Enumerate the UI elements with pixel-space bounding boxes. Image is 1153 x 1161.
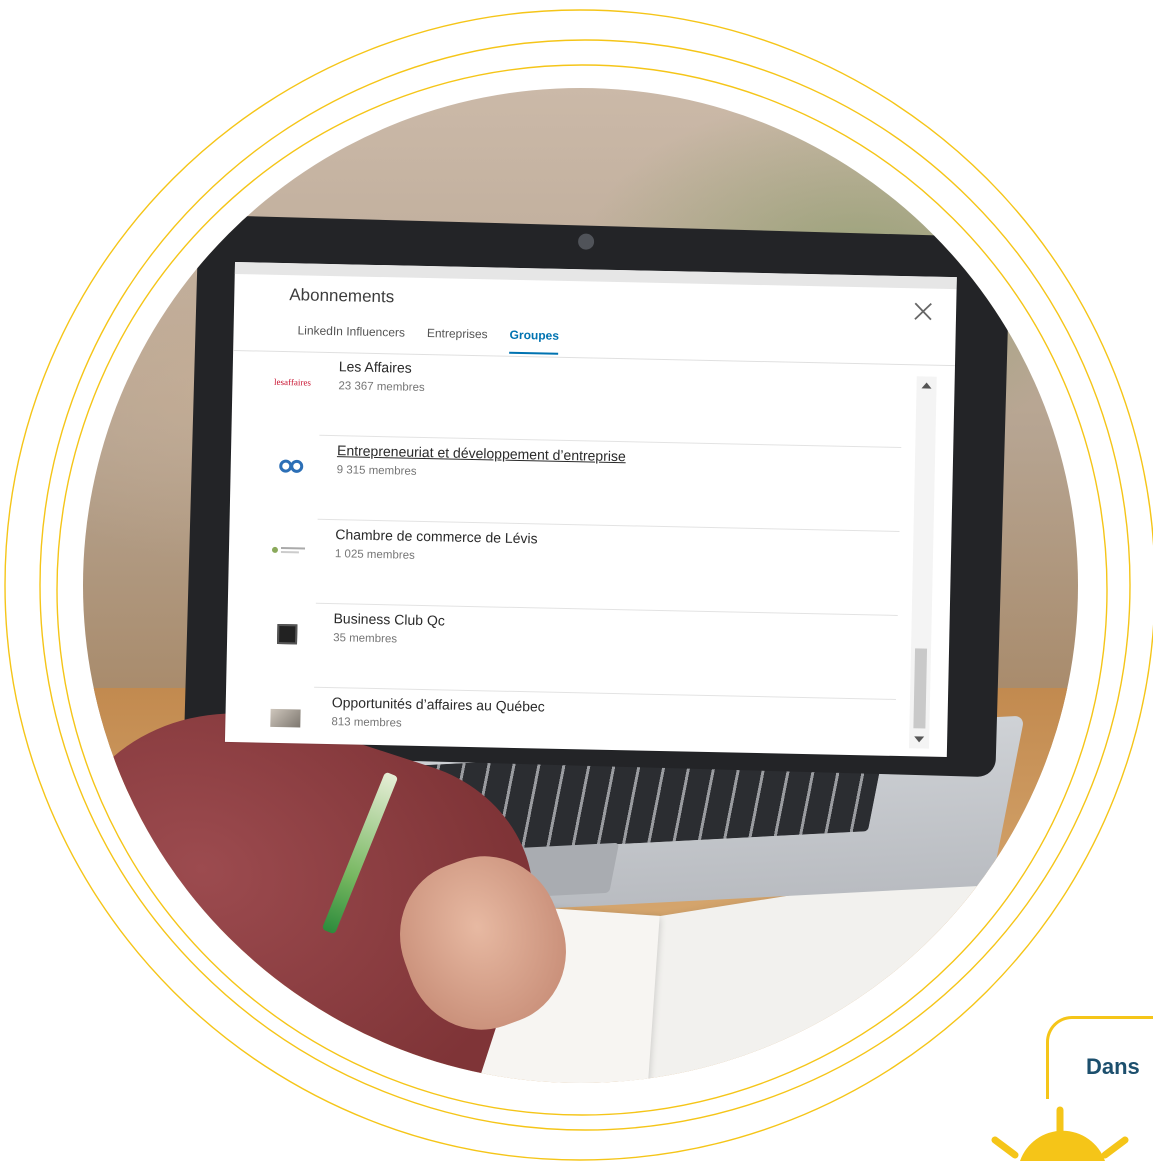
list-item[interactable]: lesaffaires Les Affaires 23 367 membres — [231, 350, 913, 448]
group-name[interactable]: Entrepreneuriat et développement d’entre… — [337, 442, 626, 464]
group-name[interactable]: Chambre de commerce de Lévis — [335, 526, 538, 546]
group-name[interactable]: Business Club Qc — [333, 610, 445, 628]
handshake-logo — [263, 705, 308, 732]
tabs: LinkedIn Influencers Entreprises Groupes — [297, 323, 560, 355]
group-members: 9 315 membres — [336, 464, 417, 478]
scroll-down-icon[interactable] — [914, 736, 925, 743]
chamber-logo — [267, 537, 312, 564]
tab-entreprises[interactable]: Entreprises — [427, 326, 488, 353]
scroll-up-icon[interactable] — [921, 382, 932, 389]
list-item[interactable]: Chambre de commerce de Lévis 1 025 membr… — [228, 518, 910, 616]
gears-logo — [268, 453, 313, 480]
group-members: 35 membres — [333, 632, 398, 646]
camera — [577, 233, 595, 250]
linkedin-subscriptions-modal: Abonnements LinkedIn Influencers Entrepr… — [224, 262, 957, 758]
list-item[interactable]: Entrepreneuriat et développement d’entre… — [230, 434, 912, 532]
group-name[interactable]: Les Affaires — [339, 358, 412, 376]
tab-groupes[interactable]: Groupes — [509, 327, 560, 355]
scrollbar[interactable] — [908, 376, 937, 749]
group-members: 23 367 membres — [338, 380, 425, 394]
square-logo — [265, 621, 310, 648]
scroll-thumb[interactable] — [913, 648, 928, 729]
group-name[interactable]: Opportunités d’affaires au Québec — [332, 694, 545, 714]
tab-linkedin-influencers[interactable]: LinkedIn Influencers — [297, 323, 405, 351]
banner-text: Dans — [1086, 1054, 1140, 1079]
groups-list: lesaffaires Les Affaires 23 367 membres … — [225, 350, 913, 756]
group-members: 1 025 membres — [334, 548, 415, 562]
modal-title: Abonnements — [289, 285, 395, 307]
close-icon[interactable] — [912, 300, 934, 322]
les-affaires-logo: lesaffaires — [273, 376, 312, 388]
group-members: 813 membres — [331, 716, 402, 730]
list-item[interactable]: Business Club Qc 35 membres — [226, 602, 908, 700]
